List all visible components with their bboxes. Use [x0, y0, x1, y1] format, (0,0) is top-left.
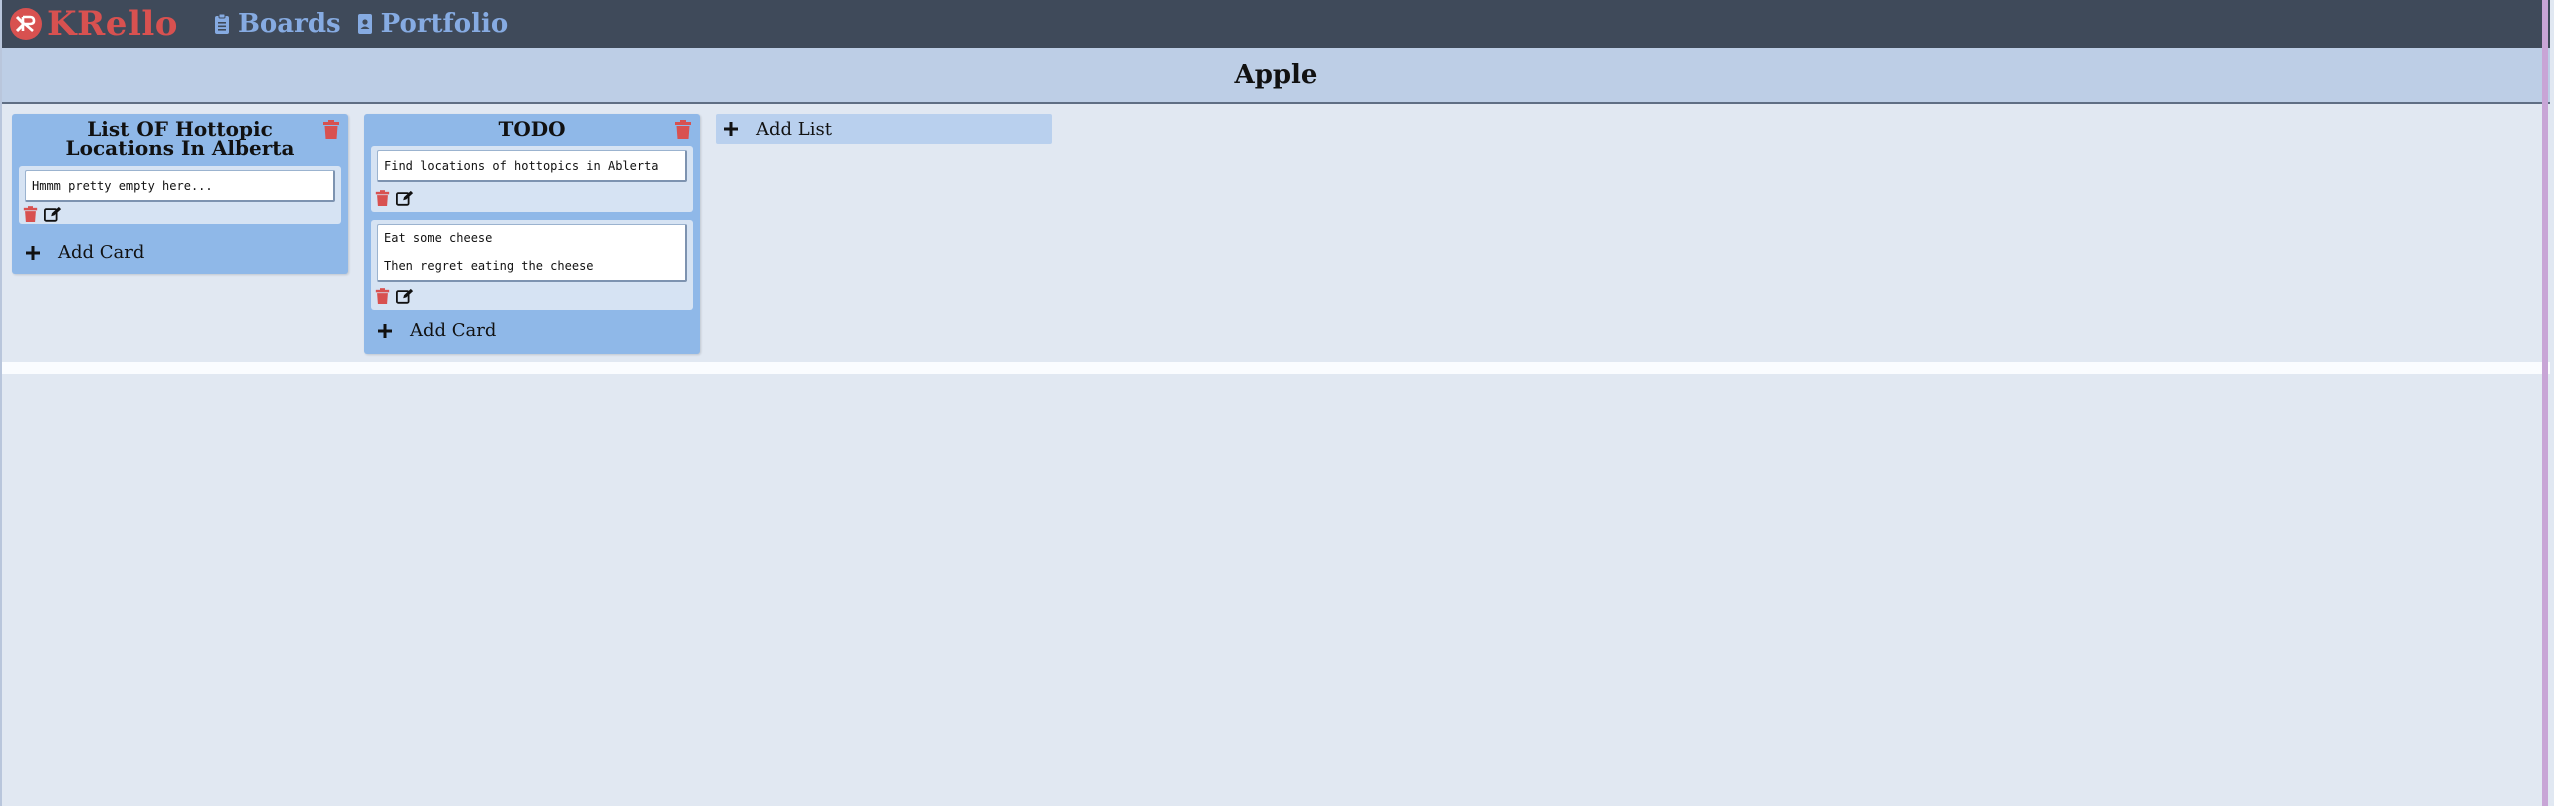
card: Eat some cheese Then regret eating the c… [371, 220, 693, 310]
nav-portfolio-label: Portfolio [380, 9, 509, 39]
card-actions [375, 288, 420, 305]
card-text[interactable]: Hmmm pretty empty here... [25, 170, 335, 202]
delete-list-icon[interactable] [322, 120, 340, 140]
plus-icon [724, 122, 738, 136]
edit-card-icon[interactable] [396, 288, 414, 305]
board-header: Apple [2, 48, 2550, 104]
portfolio-icon [357, 13, 373, 35]
card-text[interactable]: Find locations of hottopics in Ablerta [377, 150, 687, 182]
delete-card-icon[interactable] [375, 190, 390, 207]
top-navbar: KRello Boards Portfolio [2, 0, 2550, 48]
krello-logo-icon [10, 8, 42, 40]
board-divider [2, 362, 2550, 374]
plus-icon [378, 323, 392, 338]
edit-card-icon[interactable] [396, 190, 414, 207]
card-actions [375, 190, 420, 207]
brand-link[interactable]: KRello [10, 0, 178, 48]
list-todo: TODO Find locations of hottopics in Able… [364, 114, 700, 354]
add-card-label: Add Card [410, 320, 497, 341]
nav-boards-link[interactable]: Boards [214, 9, 341, 39]
plus-icon [26, 245, 40, 260]
window-edge [2542, 0, 2548, 806]
card-text[interactable]: Eat some cheese Then regret eating the c… [377, 224, 687, 282]
add-card-button[interactable]: Add Card [26, 242, 144, 263]
clipboard-icon [214, 13, 230, 35]
page: KRello Boards Portfolio Apple List OF Ho… [0, 0, 2550, 806]
card: Find locations of hottopics in Ablerta [371, 146, 693, 212]
nav-portfolio-link[interactable]: Portfolio [357, 9, 509, 39]
add-list-button[interactable]: Add List [716, 114, 1052, 144]
add-list-label: Add List [756, 118, 832, 140]
card: Hmmm pretty empty here... [19, 166, 341, 224]
add-card-label: Add Card [58, 242, 145, 263]
card-actions [23, 206, 68, 223]
delete-list-icon[interactable] [674, 120, 692, 140]
list-hottopic-locations: List OF Hottopic Locations In Alberta Hm… [12, 114, 348, 274]
delete-card-icon[interactable] [375, 288, 390, 305]
page-background [2, 374, 2550, 806]
delete-card-icon[interactable] [23, 206, 38, 223]
list-title: List OF Hottopic Locations In Alberta [65, 117, 295, 160]
add-card-button[interactable]: Add Card [378, 320, 496, 341]
edit-card-icon[interactable] [44, 206, 62, 223]
board-title: Apple [1234, 60, 1318, 90]
brand-name: KRello [47, 4, 178, 44]
list-title: TODO [498, 117, 566, 141]
nav-boards-label: Boards [237, 9, 341, 39]
